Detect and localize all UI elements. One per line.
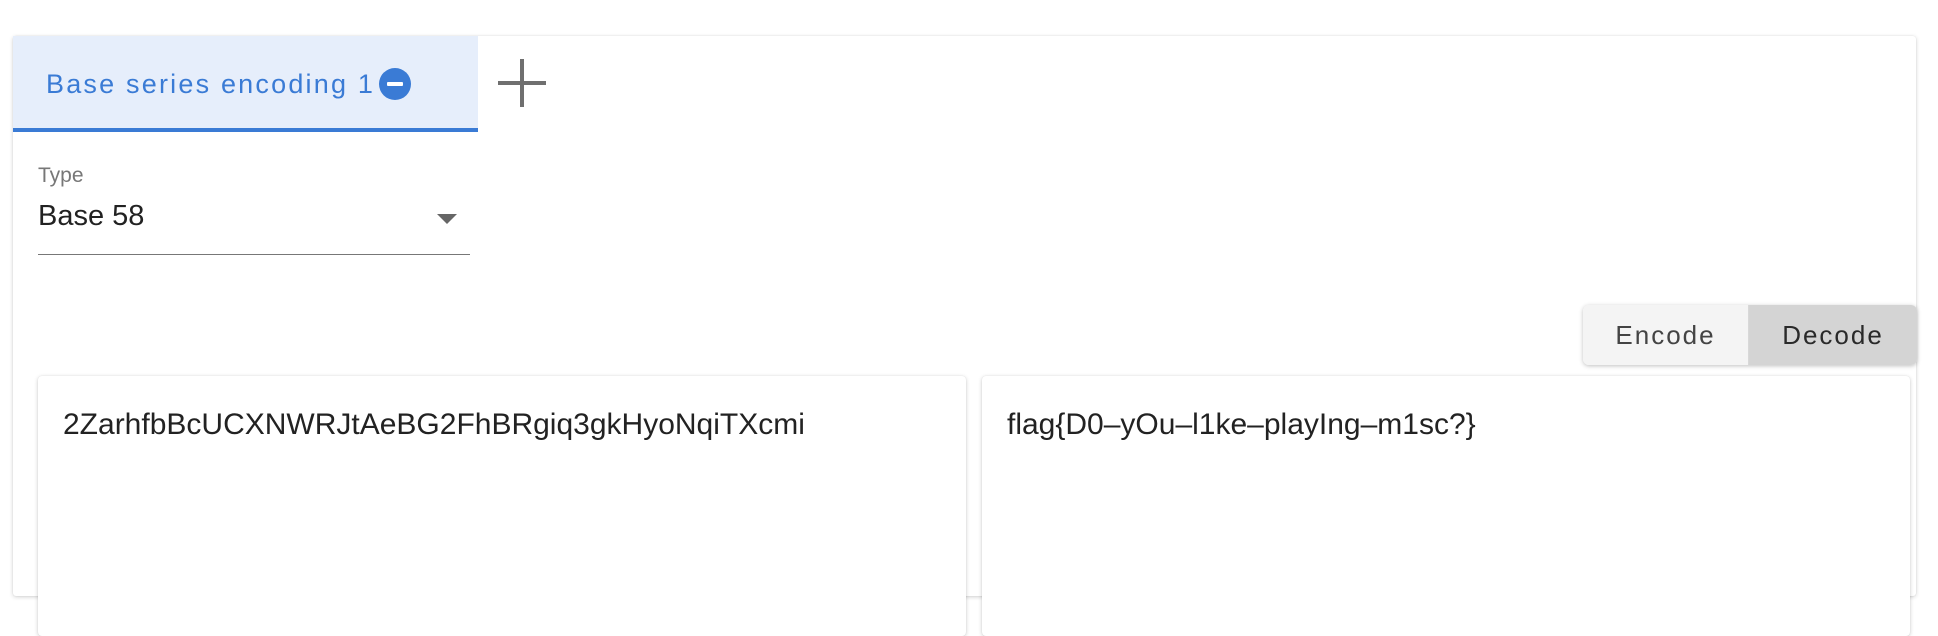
type-select[interactable]: Type Base 58	[38, 164, 470, 255]
tab-base-series-encoding-1[interactable]: Base series encoding 1	[13, 36, 478, 132]
mode-toggle-group: Encode Decode	[1583, 305, 1917, 365]
plus-icon[interactable]	[498, 59, 546, 107]
output-textarea[interactable]: flag{D0–yOu–l1ke–playIng–m1sc?}	[982, 376, 1910, 636]
input-textarea[interactable]: 2ZarhfbBcUCXNWRJtAeBG2FhBRgiq3gkHyoNqiTX…	[38, 376, 966, 636]
tab-bar: Base series encoding 1	[13, 36, 478, 132]
caret-down-icon	[437, 214, 457, 224]
tab-label: Base series encoding 1	[46, 68, 376, 99]
decode-button[interactable]: Decode	[1749, 305, 1917, 365]
encode-button[interactable]: Encode	[1583, 305, 1749, 365]
type-label: Type	[38, 164, 84, 187]
type-value: Base 58	[38, 200, 145, 232]
encoding-card: Base series encoding 1 Type Base 58 Enco…	[13, 36, 1917, 636]
minus-circle-icon[interactable]	[379, 68, 412, 100]
